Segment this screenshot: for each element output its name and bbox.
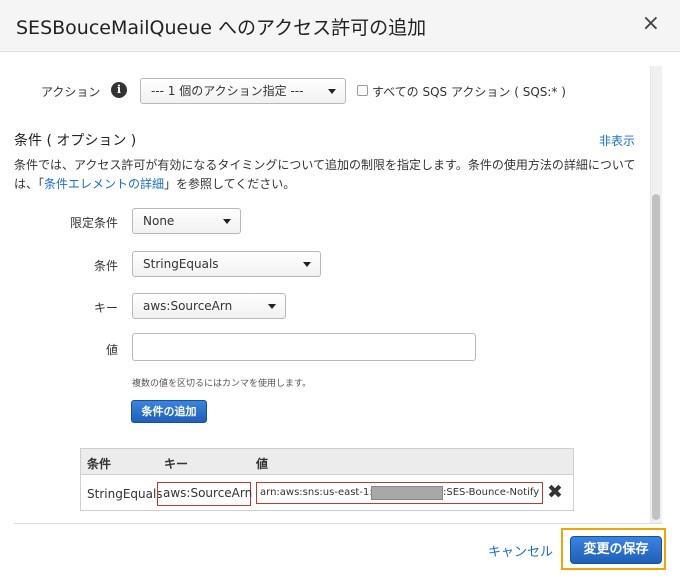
chevron-down-icon <box>223 219 231 224</box>
redacted-account-id <box>371 486 443 500</box>
qualifier-select[interactable]: None <box>132 208 241 234</box>
chevron-down-icon <box>303 262 311 267</box>
row-condition: StringEquals <box>87 487 163 501</box>
row-value-prefix: arn:aws:sns:us-east-1: <box>260 487 373 498</box>
condition-select-value: StringEquals <box>143 257 219 271</box>
column-header-key: キー <box>164 457 189 471</box>
condition-element-link[interactable]: 条件エレメントの詳細 <box>44 177 164 191</box>
row-key: aws:SourceArn <box>157 482 252 506</box>
all-sqs-actions-label: すべての SQS アクション ( SQS:* ) <box>372 85 566 99</box>
value-input[interactable] <box>132 333 476 361</box>
add-permission-dialog: SESBouceMailQueue へのアクセス許可の追加 × アクション i … <box>0 0 680 583</box>
qualifier-select-value: None <box>143 214 175 228</box>
action-select[interactable]: --- 1 個のアクション指定 --- <box>140 78 346 104</box>
save-changes-button[interactable]: 変更の保存 <box>570 536 662 564</box>
column-header-condition: 条件 <box>87 457 112 471</box>
remove-condition-icon[interactable]: ✖ <box>547 482 563 502</box>
key-select-value: aws:SourceArn <box>143 299 233 313</box>
dialog-header: SESBouceMailQueue へのアクセス許可の追加 × <box>0 0 680 52</box>
condition-label: 条件 <box>93 259 118 273</box>
scrollbar-thumb[interactable] <box>652 194 660 520</box>
description-text-end: 」を参照してください。 <box>164 177 296 191</box>
key-label: キー <box>93 301 118 315</box>
key-select[interactable]: aws:SourceArn <box>132 293 286 319</box>
conditions-title: 条件 ( オプション ) <box>14 133 137 149</box>
add-condition-button[interactable]: 条件の追加 <box>131 400 207 423</box>
cancel-link[interactable]: キャンセル <box>488 541 553 560</box>
chevron-down-icon <box>268 304 276 309</box>
dialog-title: SESBouceMailQueue へのアクセス許可の追加 <box>16 17 427 39</box>
hide-link[interactable]: 非表示 <box>599 132 635 149</box>
info-icon[interactable]: i <box>111 82 127 98</box>
chevron-down-icon <box>328 89 336 94</box>
footer-divider <box>14 523 662 524</box>
column-header-value: 値 <box>256 457 269 471</box>
close-icon[interactable]: × <box>642 12 660 36</box>
row-value: arn:aws:sns:us-east-1: :SES-Bounce-Notif… <box>256 482 543 504</box>
conditions-table: 条件 キー 値 StringEquals aws:SourceArn arn:a… <box>80 448 574 511</box>
value-label: 値 <box>105 343 118 357</box>
action-label: アクション <box>41 85 101 99</box>
condition-select[interactable]: StringEquals <box>132 251 321 277</box>
qualifier-label: 限定条件 <box>69 216 118 230</box>
conditions-description: 条件では、アクセス許可が有効になるタイミングについて追加の制限を指定します。条件… <box>14 156 644 194</box>
value-hint: 複数の値を区切るにはカンマを使用します。 <box>132 379 312 389</box>
all-sqs-actions-checkbox[interactable] <box>357 85 368 96</box>
table-header: 条件 キー 値 <box>81 449 573 475</box>
row-value-suffix: :SES-Bounce-Notify <box>443 487 540 498</box>
action-select-value: --- 1 個のアクション指定 --- <box>151 84 304 98</box>
